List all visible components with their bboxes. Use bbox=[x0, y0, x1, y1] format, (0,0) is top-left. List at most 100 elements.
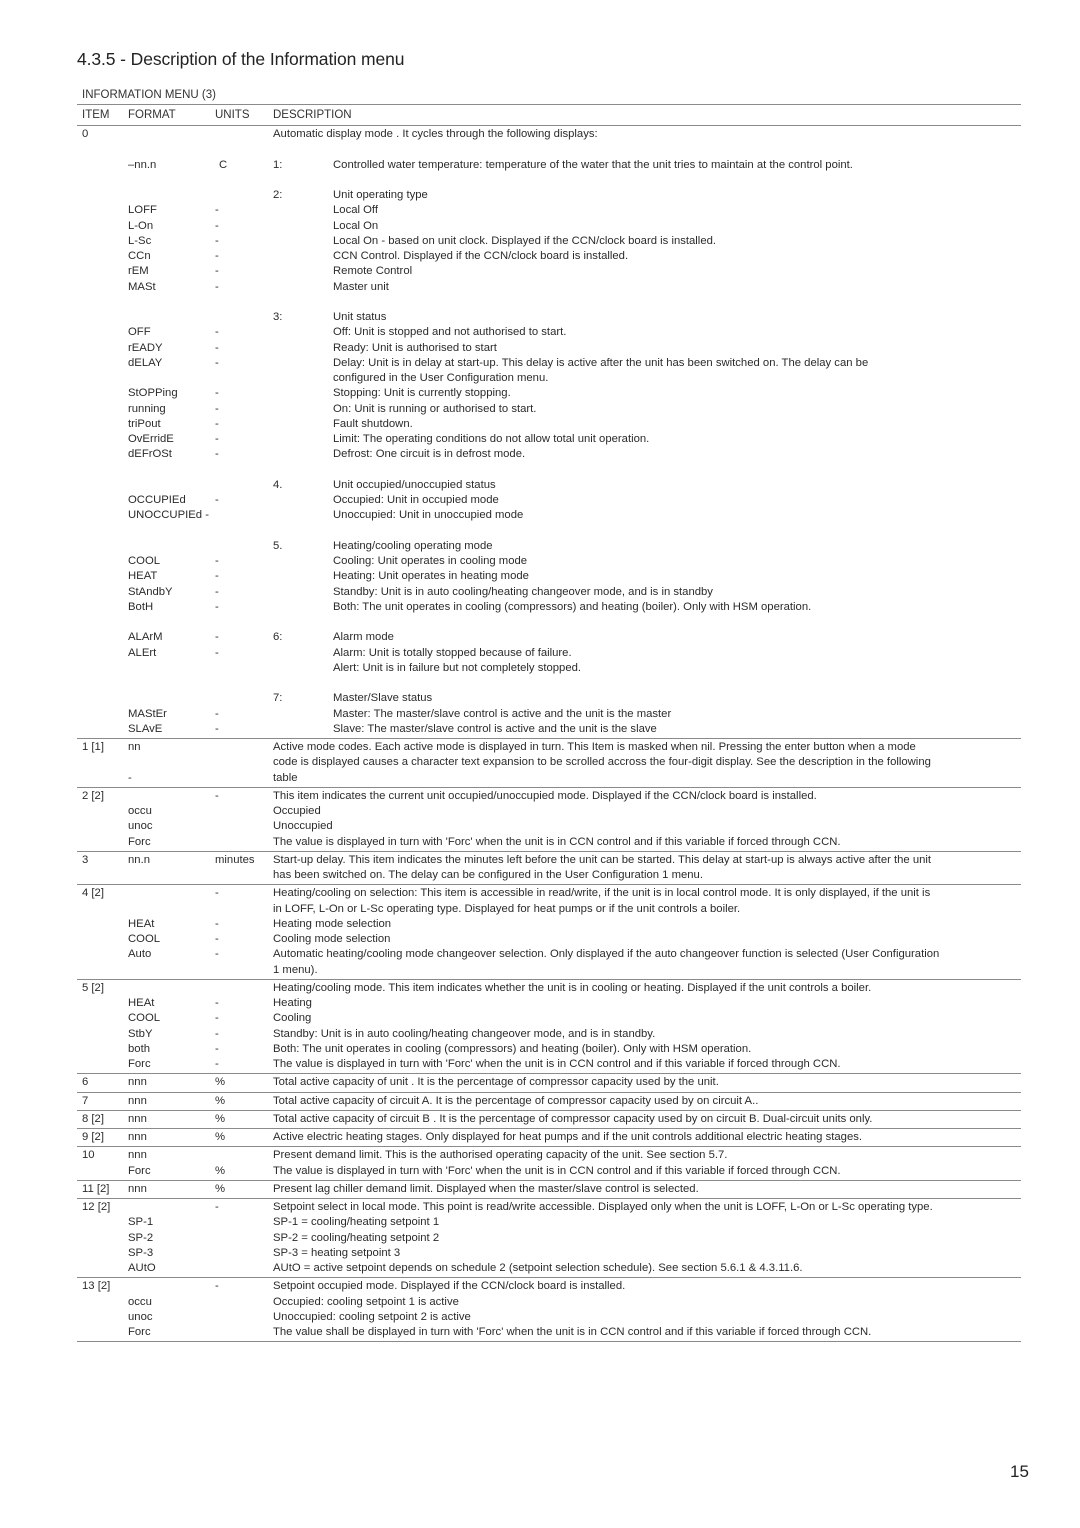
option-description: Unoccupied: cooling setpoint 2 is active bbox=[273, 1310, 471, 1323]
list-item: unoc Unoccupied: cooling setpoint 2 is ac… bbox=[77, 1310, 1021, 1325]
table-row-item-8: 8 [2] nnn % Total active capacity of cir… bbox=[77, 1111, 1021, 1129]
format-code: nnn bbox=[128, 1149, 147, 1162]
item-description: Present demand limit. This is the author… bbox=[273, 1149, 728, 1162]
option-description: Defrost: One circuit is in defrost mode. bbox=[333, 448, 526, 461]
option-description: Both: The unit operates in cooling (comp… bbox=[273, 1042, 752, 1055]
format-code: both bbox=[128, 1042, 150, 1055]
format-code: HEAT bbox=[128, 570, 158, 583]
format-code: L-On bbox=[128, 219, 154, 232]
list-item: SP-2 SP-2 = cooling/heating setpoint 2 bbox=[77, 1231, 1021, 1246]
item-description: code is displayed causes a character tex… bbox=[273, 756, 931, 769]
list-item: rEADY - Ready: Unit is authorised to start bbox=[77, 341, 1021, 356]
header-item: ITEM bbox=[82, 109, 110, 121]
format-code: Forc bbox=[128, 1058, 151, 1070]
format-code: StbY bbox=[128, 1027, 153, 1040]
format-code: nnn bbox=[128, 1182, 147, 1195]
option-description: Cooling: Unit operates in cooling mode bbox=[333, 555, 528, 567]
format-code: nnn bbox=[128, 1112, 147, 1125]
format-code: SLAvE bbox=[128, 722, 163, 735]
item-number: 5 [2] bbox=[82, 981, 104, 994]
option-description: AUtO = active setpoint depends on schedu… bbox=[273, 1262, 803, 1274]
format-code: BotH bbox=[128, 600, 154, 613]
units-value: - bbox=[215, 402, 219, 415]
option-description: Limit: The operating conditions do not a… bbox=[333, 433, 650, 445]
option-description: Off: Unit is stopped and not authorised … bbox=[333, 326, 567, 339]
list-item: StAndbY - Standby: Unit is in auto cooling… bbox=[77, 585, 1021, 600]
units-value: % bbox=[215, 1094, 226, 1107]
format-code: Forc bbox=[128, 1164, 151, 1177]
option-description: Occupied: cooling setpoint 1 is active bbox=[273, 1295, 459, 1308]
list-item: BotH - Both: The unit operates in cooling … bbox=[77, 600, 1021, 615]
units-value: - bbox=[215, 887, 219, 900]
format-code: COOL bbox=[128, 1012, 161, 1025]
units-value: % bbox=[215, 1131, 226, 1143]
item-description: Total active capacity of unit . It is th… bbox=[273, 1076, 719, 1089]
format-code: Forc bbox=[128, 1326, 151, 1338]
table-row-item-9: 9 [2] nnn % Active electric heating stag… bbox=[77, 1129, 1021, 1148]
units-value: - bbox=[215, 646, 219, 659]
format-code: UNOCCUPIEd - bbox=[128, 509, 209, 522]
table-row-item-7: 7 nnn % Total active capacity of circuit… bbox=[77, 1093, 1021, 1111]
item-description: table bbox=[273, 771, 298, 784]
item-description: Heating/cooling mode. This item indicate… bbox=[273, 981, 872, 994]
list-item: running - On: Unit is running or authorise… bbox=[77, 402, 1021, 417]
list-item: OCCUPIEd - Occupied: Unit in occupied mode bbox=[77, 493, 1021, 508]
format-code: occu bbox=[128, 805, 152, 817]
units-value: % bbox=[215, 1164, 226, 1177]
format-code: SP-1 bbox=[128, 1216, 154, 1229]
list-item-continuation: configured in the User Configuration men… bbox=[77, 371, 1021, 386]
format-code: nnn bbox=[128, 1131, 147, 1143]
option-description: SP-2 = cooling/heating setpoint 2 bbox=[273, 1231, 440, 1244]
list-item: SLAvE - Slave: The master/slave control is… bbox=[77, 722, 1021, 737]
option-description: Heating bbox=[273, 997, 312, 1009]
list-item: L-On - Local On bbox=[77, 219, 1021, 234]
format-code: HEAt bbox=[128, 997, 155, 1009]
list-item: LOFF - Local Off bbox=[77, 203, 1021, 218]
format-code: StAndbY bbox=[128, 585, 173, 598]
table-row-item-0: 0 Automatic display mode . It cycles thr… bbox=[77, 126, 1021, 739]
units-value: % bbox=[215, 1076, 226, 1089]
units-value: - bbox=[215, 387, 219, 400]
header-units: UNITS bbox=[215, 109, 250, 121]
display-description: Controlled water temperature: temperatur… bbox=[333, 158, 853, 171]
units-value: - bbox=[215, 1201, 219, 1213]
list-item: COOL - Cooling bbox=[77, 1011, 1021, 1026]
units-value: - bbox=[215, 555, 219, 567]
format-code: OCCUPIEd bbox=[128, 494, 186, 506]
list-item: dEFrOSt - Defrost: One circuit is in defro… bbox=[77, 447, 1021, 462]
item-description: Setpoint select in local mode. This poin… bbox=[273, 1201, 933, 1213]
format-code: –nn.n bbox=[128, 158, 157, 171]
units-value: - bbox=[215, 433, 219, 445]
option-description: On: Unit is running or authorised to sta… bbox=[333, 402, 537, 415]
item-number: 3 bbox=[82, 853, 89, 866]
section-title: 4.3.5 - Description of the Information m… bbox=[77, 49, 405, 69]
list-item: HEAT - Heating: Unit operates in heating m… bbox=[77, 569, 1021, 584]
format-code: Auto bbox=[128, 948, 152, 961]
units-value: - bbox=[215, 204, 219, 217]
list-item: COOL - Cooling: Unit operates in cooling m… bbox=[77, 554, 1021, 569]
option-description: Local On bbox=[333, 219, 379, 232]
list-item: occu Occupied: cooling setpoint 1 is acti… bbox=[77, 1295, 1021, 1310]
format-code: L-Sc bbox=[128, 234, 152, 247]
header-description: DESCRIPTION bbox=[273, 109, 352, 121]
option-description: Occupied: Unit in occupied mode bbox=[333, 494, 499, 506]
item-number: 7 bbox=[82, 1094, 89, 1107]
units-value: - bbox=[215, 234, 219, 247]
list-item: MAStEr - Master: The master/slave control … bbox=[77, 707, 1021, 722]
format-code: - bbox=[128, 771, 132, 784]
list-item: L-Sc - Local On - based on unit clock. Dis… bbox=[77, 234, 1021, 249]
format-code: ALErt bbox=[128, 646, 157, 659]
units-value: - bbox=[215, 356, 219, 369]
format-code: dELAY bbox=[128, 356, 163, 369]
option-description: Local On - based on unit clock. Displaye… bbox=[333, 234, 717, 247]
list-item: StbY - Standby: Unit is in auto cooling/he… bbox=[77, 1027, 1021, 1042]
option-description: Occupied bbox=[273, 805, 321, 817]
option-description: Automatic heating/cooling mode changeove… bbox=[273, 948, 940, 961]
item-number: 12 [2] bbox=[82, 1201, 111, 1213]
option-description: Stopping: Unit is currently stopping. bbox=[333, 387, 511, 400]
units-value: - bbox=[215, 933, 219, 945]
option-description: configured in the User Configuration men… bbox=[333, 372, 549, 384]
table-row-item-10: 10 nnn Present demand limit. This is the… bbox=[77, 1147, 1021, 1181]
format-code: OFF bbox=[128, 326, 151, 339]
list-item: Forc The value is displayed in turn with … bbox=[77, 835, 1021, 850]
